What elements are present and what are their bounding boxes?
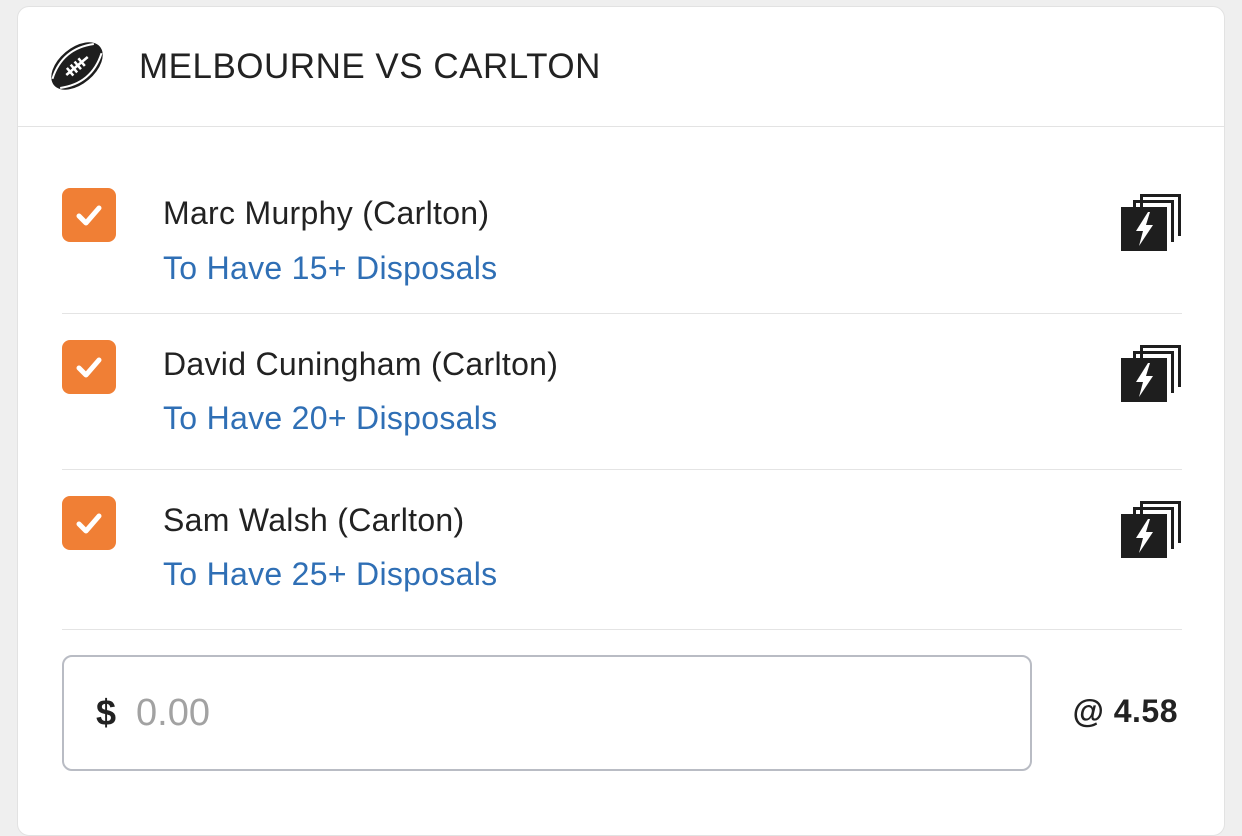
- match-header: MELBOURNE VS CARLTON: [18, 7, 1224, 127]
- leg-player-name: Marc Murphy (Carlton): [163, 195, 490, 231]
- leg-market-link[interactable]: To Have 20+ Disposals: [163, 398, 497, 438]
- same-game-multi-icon[interactable]: [1120, 344, 1182, 404]
- leg-item: David Cuningham (Carlton) To Have 20+ Di…: [62, 314, 1182, 470]
- stake-input[interactable]: [134, 690, 919, 736]
- combined-odds: @ 4.58: [1072, 693, 1178, 729]
- leg-market-link[interactable]: To Have 25+ Disposals: [163, 554, 497, 594]
- checkmark-icon: [76, 205, 102, 226]
- checkmark-icon: [76, 357, 102, 378]
- same-game-multi-icon[interactable]: [1120, 500, 1182, 560]
- leg-player-name: David Cuningham (Carlton): [163, 346, 559, 382]
- checkmark-icon: [76, 513, 102, 534]
- australian-football-icon: [51, 42, 103, 90]
- leg-checkbox[interactable]: [62, 340, 116, 394]
- leg-item: Marc Murphy (Carlton) To Have 15+ Dispos…: [62, 163, 1182, 314]
- leg-checkbox[interactable]: [62, 188, 116, 242]
- currency-symbol: $: [96, 692, 117, 733]
- bet-card: MELBOURNE VS CARLTON Marc Murphy (Carlto…: [17, 6, 1225, 836]
- leg-item: Sam Walsh (Carlton) To Have 25+ Disposal…: [62, 470, 1182, 630]
- match-title: MELBOURNE VS CARLTON: [139, 47, 601, 86]
- stake-input-box[interactable]: $: [62, 655, 1032, 771]
- leg-list: Marc Murphy (Carlton) To Have 15+ Dispos…: [62, 163, 1182, 630]
- stake-row: $ @ 4.58: [62, 655, 1182, 773]
- leg-market-link[interactable]: To Have 15+ Disposals: [163, 248, 497, 288]
- same-game-multi-icon[interactable]: [1120, 193, 1182, 253]
- leg-checkbox[interactable]: [62, 496, 116, 550]
- leg-player-name: Sam Walsh (Carlton): [163, 502, 465, 538]
